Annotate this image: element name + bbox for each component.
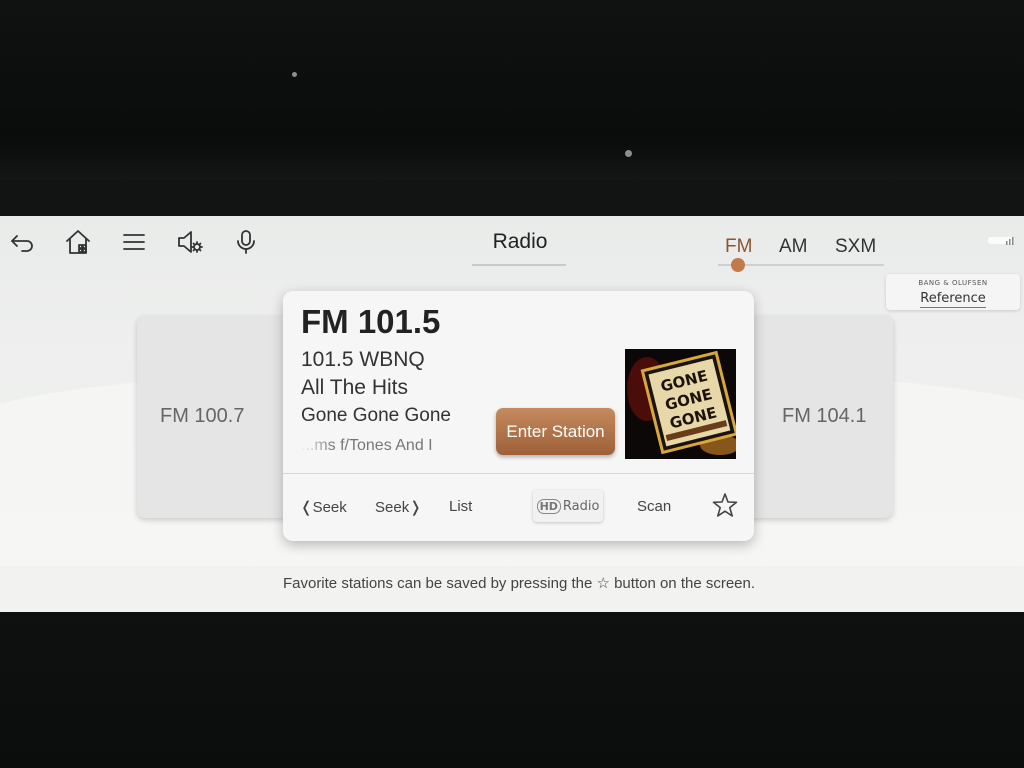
dashboard-bottom (0, 612, 1024, 768)
list-button[interactable]: List (449, 498, 472, 515)
next-station-label: FM 104.1 (782, 405, 867, 427)
microphone-icon (237, 230, 255, 254)
home-icon (66, 230, 90, 254)
sound-mode-button[interactable]: BANG & OLUFSEN Reference (886, 274, 1020, 310)
now-playing-card: FM 101.5 101.5 WBNQ All The Hits Gone Go… (283, 291, 754, 541)
top-bar: Radio FM AM SXM (0, 216, 1024, 276)
dashboard-top (0, 0, 1024, 200)
tab-am[interactable]: AM (779, 236, 808, 258)
title-underline (472, 264, 566, 266)
infotainment-screen: Radio FM AM SXM BANG & OLUFSEN Reference… (0, 216, 1024, 612)
back-button[interactable] (6, 226, 38, 258)
home-button[interactable] (62, 226, 94, 258)
tab-fm[interactable]: FM (725, 236, 752, 258)
sound-brand-label: BANG & OLUFSEN (918, 279, 988, 287)
enter-station-button[interactable]: Enter Station (496, 408, 615, 455)
seek-back-button[interactable]: ❬Seek (300, 498, 347, 516)
song-title: Gone Gone Gone (301, 405, 451, 426)
dashboard-light (625, 150, 632, 157)
next-station-card[interactable]: FM 104.1 (732, 316, 893, 518)
album-art-graphic: GONE GONE GONE (625, 349, 736, 459)
sound-mode-label: Reference (920, 291, 986, 308)
hd-logo-icon: HD (536, 498, 561, 514)
voice-button[interactable] (230, 226, 262, 258)
album-art: GONE GONE GONE (625, 349, 736, 459)
controls-divider (283, 473, 754, 474)
tab-sxm[interactable]: SXM (835, 236, 876, 258)
artist-name: ...ms f/Tones And I (301, 437, 433, 454)
band-selection-indicator (731, 258, 745, 272)
screen-bezel (0, 180, 1024, 216)
prev-station-card[interactable]: FM 100.7 (137, 316, 307, 518)
station-slogan: All The Hits (301, 376, 408, 399)
signal-strength-icon (988, 237, 1014, 245)
hd-radio-button[interactable]: HD Radio (533, 490, 603, 522)
hd-radio-label: Radio (562, 498, 600, 514)
station-frequency: FM 101.5 (301, 303, 441, 340)
favorites-hint: Favorite stations can be saved by pressi… (282, 575, 756, 592)
back-arrow-icon (11, 235, 33, 252)
station-name: 101.5 WBNQ (301, 348, 425, 371)
menu-icon (123, 234, 145, 250)
dashboard-light (292, 72, 297, 77)
prev-station-label: FM 100.7 (160, 405, 245, 427)
menu-button[interactable] (118, 226, 150, 258)
seek-forward-button[interactable]: Seek❭ (375, 498, 422, 516)
page-title: Radio (492, 230, 548, 253)
speaker-settings-icon (178, 231, 203, 253)
favorite-star-icon[interactable] (711, 491, 739, 519)
sound-settings-button[interactable] (174, 226, 206, 258)
scan-button[interactable]: Scan (637, 498, 671, 515)
